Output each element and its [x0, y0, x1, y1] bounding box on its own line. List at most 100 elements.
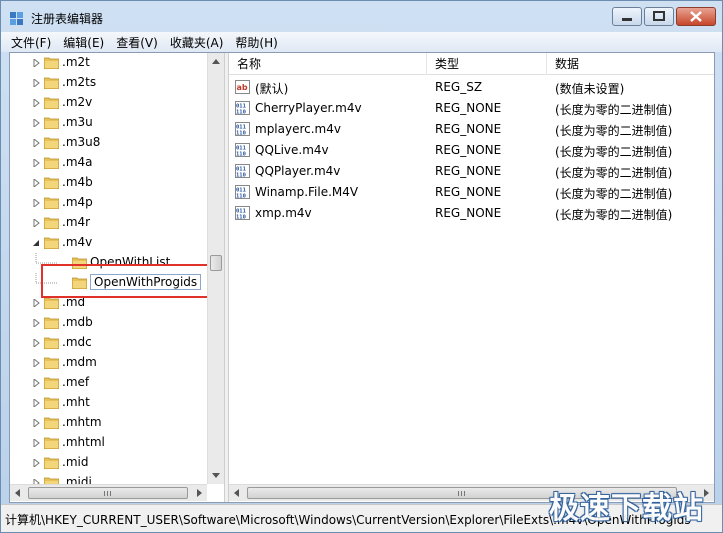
tree-item[interactable]: .m4r [10, 213, 207, 233]
tree-item-label[interactable]: .mhtm [62, 415, 102, 429]
collapsed-triangle-icon[interactable] [32, 99, 40, 107]
tree-item[interactable]: .mhtml [10, 433, 207, 453]
menu-file[interactable]: 文件(F) [5, 34, 57, 51]
list-item[interactable]: 011 110 QQLive.m4v REG_NONE (长度为零的二进制值) [229, 140, 714, 161]
scroll-right-icon[interactable] [197, 489, 202, 497]
list-item[interactable]: 011 110 mplayerc.m4v REG_NONE (长度为零的二进制值) [229, 119, 714, 140]
tree-item-label[interactable]: .m2ts [62, 75, 96, 89]
collapsed-triangle-icon[interactable] [32, 199, 40, 207]
binary-value-icon: 011110 [235, 122, 250, 136]
value-name: mplayerc.m4v [255, 122, 341, 136]
tree-item-label[interactable]: .m4b [62, 175, 93, 189]
tree-item-label[interactable]: .mdb [62, 315, 93, 329]
collapsed-triangle-icon[interactable] [32, 299, 40, 307]
close-button[interactable] [676, 7, 716, 26]
tree-item[interactable]: .m4b [10, 173, 207, 193]
tree-item[interactable]: .mef [10, 373, 207, 393]
collapsed-triangle-icon[interactable] [32, 119, 40, 127]
value-data: (长度为零的二进制值) [555, 145, 673, 159]
value-type: REG_NONE [435, 122, 502, 136]
window-title: 注册表编辑器 [31, 12, 104, 26]
folder-icon [44, 137, 59, 149]
tree-item-label[interactable]: .m4p [62, 195, 93, 209]
tree-item[interactable]: .m4p [10, 193, 207, 213]
tree-vertical-scrollbar[interactable] [207, 53, 224, 484]
svg-text:ab: ab [237, 83, 248, 92]
column-type[interactable]: 类型 [427, 53, 547, 75]
collapsed-triangle-icon[interactable] [32, 419, 40, 427]
tree-item[interactable]: .mid [10, 453, 207, 473]
column-name[interactable]: 名称 [229, 53, 427, 75]
collapsed-triangle-icon[interactable] [32, 59, 40, 67]
scroll-left-icon[interactable] [234, 489, 239, 497]
menu-help[interactable]: 帮助(H) [229, 34, 283, 51]
tree-item-label[interactable]: .m4r [62, 215, 90, 229]
tree-item[interactable]: .m2v [10, 93, 207, 113]
tree-item-label[interactable]: .mef [62, 375, 89, 389]
minimize-button[interactable] [612, 7, 642, 26]
tree-item[interactable]: .m2ts [10, 73, 207, 93]
tree-hscroll-thumb[interactable] [28, 487, 188, 499]
tree-item[interactable]: .m4v [10, 233, 207, 253]
tree-item[interactable]: .m3u [10, 113, 207, 133]
list-item[interactable]: 011 110 CherryPlayer.m4v REG_NONE (长度为零的二进制值… [229, 98, 714, 119]
folder-icon [44, 397, 59, 409]
list-item[interactable]: 011 110 xmp.m4v REG_NONE (长度为零的二进制值) [229, 203, 714, 224]
collapsed-triangle-icon[interactable] [32, 339, 40, 347]
tree-item[interactable]: .mdm [10, 353, 207, 373]
tree-item[interactable]: .mdb [10, 313, 207, 333]
tree-item-label[interactable]: .m3u [62, 115, 93, 129]
column-data[interactable]: 数据 [547, 53, 714, 75]
tree-item-label[interactable]: .mdm [62, 355, 97, 369]
collapsed-triangle-icon[interactable] [32, 319, 40, 327]
tree-item[interactable]: .mht [10, 393, 207, 413]
tree-scroll-thumb[interactable] [210, 255, 222, 271]
tree-item-label[interactable]: .m4a [62, 155, 93, 169]
binary-value-icon: 011110 [235, 185, 250, 199]
menu-favorites[interactable]: 收藏夹(A) [164, 34, 230, 51]
collapsed-triangle-icon[interactable] [32, 399, 40, 407]
tree-item[interactable]: .mdc [10, 333, 207, 353]
expanded-triangle-icon[interactable] [32, 239, 40, 247]
list-item[interactable]: 011 110 QQPlayer.m4v REG_NONE (长度为零的二进制值) [229, 161, 714, 182]
menu-view[interactable]: 查看(V) [110, 34, 164, 51]
folder-icon [44, 437, 59, 449]
title-bar[interactable]: 注册表编辑器 [1, 1, 722, 33]
scroll-right-icon[interactable] [704, 489, 709, 497]
tree-item-label[interactable]: .mhtml [62, 435, 105, 449]
folder-icon [44, 317, 59, 329]
tree-item-label[interactable]: .mdc [62, 335, 92, 349]
menu-edit[interactable]: 编辑(E) [57, 34, 110, 51]
tree-item-label[interactable]: .mht [62, 395, 90, 409]
collapsed-triangle-icon[interactable] [32, 79, 40, 87]
folder-icon [44, 77, 59, 89]
tree-horizontal-scrollbar[interactable] [10, 484, 207, 501]
collapsed-triangle-icon[interactable] [32, 159, 40, 167]
tree-item[interactable]: .m4a [10, 153, 207, 173]
scroll-up-icon[interactable] [212, 59, 220, 64]
tree-item-label[interactable]: .m4v [62, 235, 92, 249]
collapsed-triangle-icon[interactable] [32, 459, 40, 467]
svg-text:110: 110 [236, 194, 246, 200]
tree-item-label[interactable]: .m3u8 [62, 135, 100, 149]
collapsed-triangle-icon[interactable] [32, 219, 40, 227]
list-item[interactable]: ab (默认) REG_SZ (数值未设置) [229, 77, 714, 98]
value-data: (长度为零的二进制值) [555, 103, 673, 117]
tree-item-label[interactable]: .m2t [62, 55, 90, 69]
collapsed-triangle-icon[interactable] [32, 139, 40, 147]
tree-item[interactable]: .m3u8 [10, 133, 207, 153]
scroll-down-icon[interactable] [212, 473, 220, 478]
tree-item[interactable]: .mhtm [10, 413, 207, 433]
list-item[interactable]: 011 110 Winamp.File.M4V REG_NONE (长度为零的二进制值) [229, 182, 714, 203]
maximize-button[interactable] [644, 7, 674, 26]
collapsed-triangle-icon[interactable] [32, 179, 40, 187]
tree-item-label[interactable]: .mid [62, 455, 88, 469]
collapsed-triangle-icon[interactable] [32, 439, 40, 447]
value-data: (长度为零的二进制值) [555, 187, 673, 201]
collapsed-triangle-icon[interactable] [32, 359, 40, 367]
scroll-left-icon[interactable] [15, 489, 20, 497]
tree-item-label[interactable]: .m2v [62, 95, 92, 109]
tree-item[interactable]: .m2t [10, 53, 207, 73]
binary-value-icon: 011110 [235, 101, 250, 115]
collapsed-triangle-icon[interactable] [32, 379, 40, 387]
